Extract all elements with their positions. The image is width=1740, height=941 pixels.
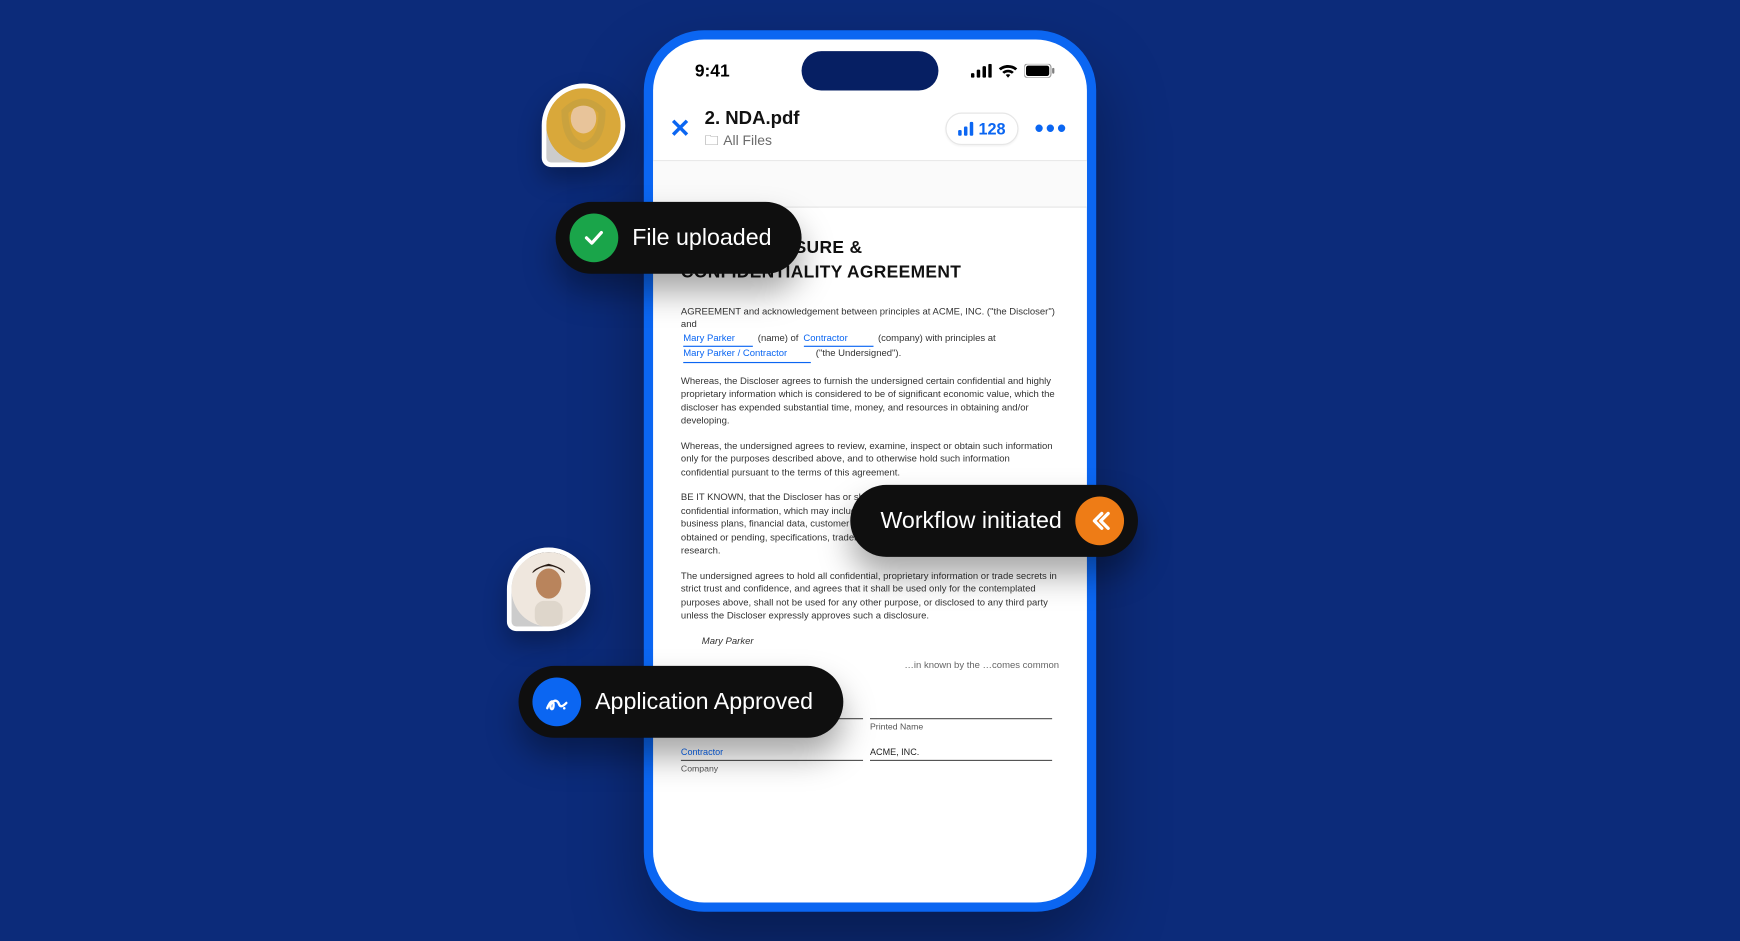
sig-right-company: ACME, INC. <box>870 747 1052 760</box>
callout-application-approved-label: Application Approved <box>595 688 813 715</box>
doc-cursive-name: Mary Parker <box>681 634 1059 647</box>
workflow-chevrons-icon <box>1076 496 1125 545</box>
cellular-signal-icon <box>971 63 992 77</box>
phone-frame: 9:41 ✕ 2. NDA.pdf <box>644 30 1096 912</box>
stats-count: 128 <box>978 119 1005 138</box>
field-name[interactable]: Mary Parker <box>683 331 753 347</box>
sig-company-label: Company <box>681 759 863 775</box>
doc-intro: AGREEMENT and acknowledgement between pr… <box>681 305 1059 363</box>
folder-icon: 🗀 <box>705 133 719 147</box>
doc-para-4: The undersigned agrees to hold all confi… <box>681 569 1059 622</box>
more-options-icon[interactable]: ••• <box>1032 113 1070 143</box>
field-company[interactable]: Contractor <box>803 331 873 347</box>
callout-workflow-initiated-label: Workflow initiated <box>880 507 1061 534</box>
doc-para-2: Whereas, the undersigned agrees to revie… <box>681 439 1059 479</box>
sig-left-company[interactable]: Contractor <box>681 747 863 760</box>
breadcrumb-label: All Files <box>723 132 772 148</box>
app-header: ✕ 2. NDA.pdf 🗀 All Files 128 ••• <box>653 102 1087 161</box>
signature-icon <box>532 677 581 726</box>
file-title: 2. NDA.pdf <box>705 109 931 130</box>
avatar-user-1 <box>542 83 626 167</box>
status-time: 9:41 <box>695 60 730 80</box>
callout-workflow-initiated: Workflow initiated <box>850 484 1138 556</box>
wifi-icon <box>999 63 1018 77</box>
field-undersigned[interactable]: Mary Parker / Contractor <box>683 347 811 363</box>
stats-button[interactable]: 128 <box>945 112 1018 144</box>
phone-screen: 9:41 ✕ 2. NDA.pdf <box>653 39 1087 902</box>
callout-application-approved: Application Approved <box>519 665 844 737</box>
dynamic-island <box>802 51 939 90</box>
sig-printed-name-label-right: Printed Name <box>870 717 1052 733</box>
doc-para-1: Whereas, the Discloser agrees to furnish… <box>681 374 1059 427</box>
breadcrumb[interactable]: 🗀 All Files <box>705 132 931 148</box>
avatar-user-2 <box>507 547 591 631</box>
callout-file-uploaded-label: File uploaded <box>632 224 771 251</box>
battery-icon <box>1024 63 1054 77</box>
bar-chart-icon <box>958 121 973 135</box>
callout-file-uploaded: File uploaded <box>556 201 802 273</box>
check-circle-icon <box>570 213 619 262</box>
toolbar-placeholder <box>653 161 1087 207</box>
close-icon[interactable]: ✕ <box>669 116 690 142</box>
